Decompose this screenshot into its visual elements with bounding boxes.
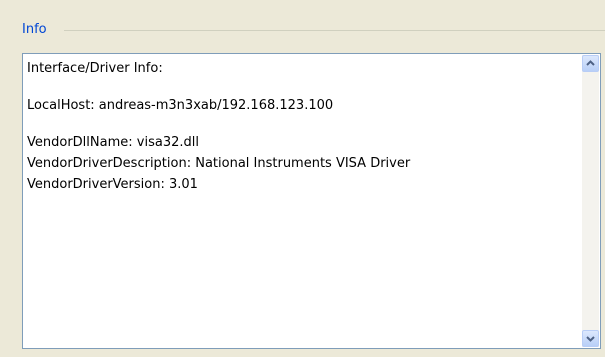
group-divider — [64, 30, 605, 31]
info-textarea[interactable]: Interface/Driver Info: LocalHost: andrea… — [22, 53, 601, 349]
info-line-vendor-description: VendorDriverDescription: National Instru… — [27, 156, 411, 171]
info-line-blank — [27, 79, 574, 95]
info-text-content: Interface/Driver Info: LocalHost: andrea… — [27, 58, 574, 344]
chevron-down-icon — [586, 336, 595, 342]
info-groupbox: Info Interface/Driver Info: LocalHost: a… — [0, 0, 605, 357]
info-line-heading: Interface/Driver Info: — [27, 61, 163, 76]
info-line-vendor-dll: VendorDllName: visa32.dll — [27, 135, 199, 150]
scroll-up-button[interactable] — [582, 55, 599, 72]
chevron-up-icon — [586, 60, 595, 66]
info-line-localhost: LocalHost: andreas-m3n3xab/192.168.123.1… — [27, 98, 334, 113]
info-group-title: Info — [22, 22, 47, 37]
info-line-blank — [27, 116, 574, 132]
info-line-vendor-version: VendorDriverVersion: 3.01 — [27, 177, 198, 192]
scroll-down-button[interactable] — [582, 330, 599, 347]
vertical-scrollbar[interactable] — [582, 55, 599, 347]
